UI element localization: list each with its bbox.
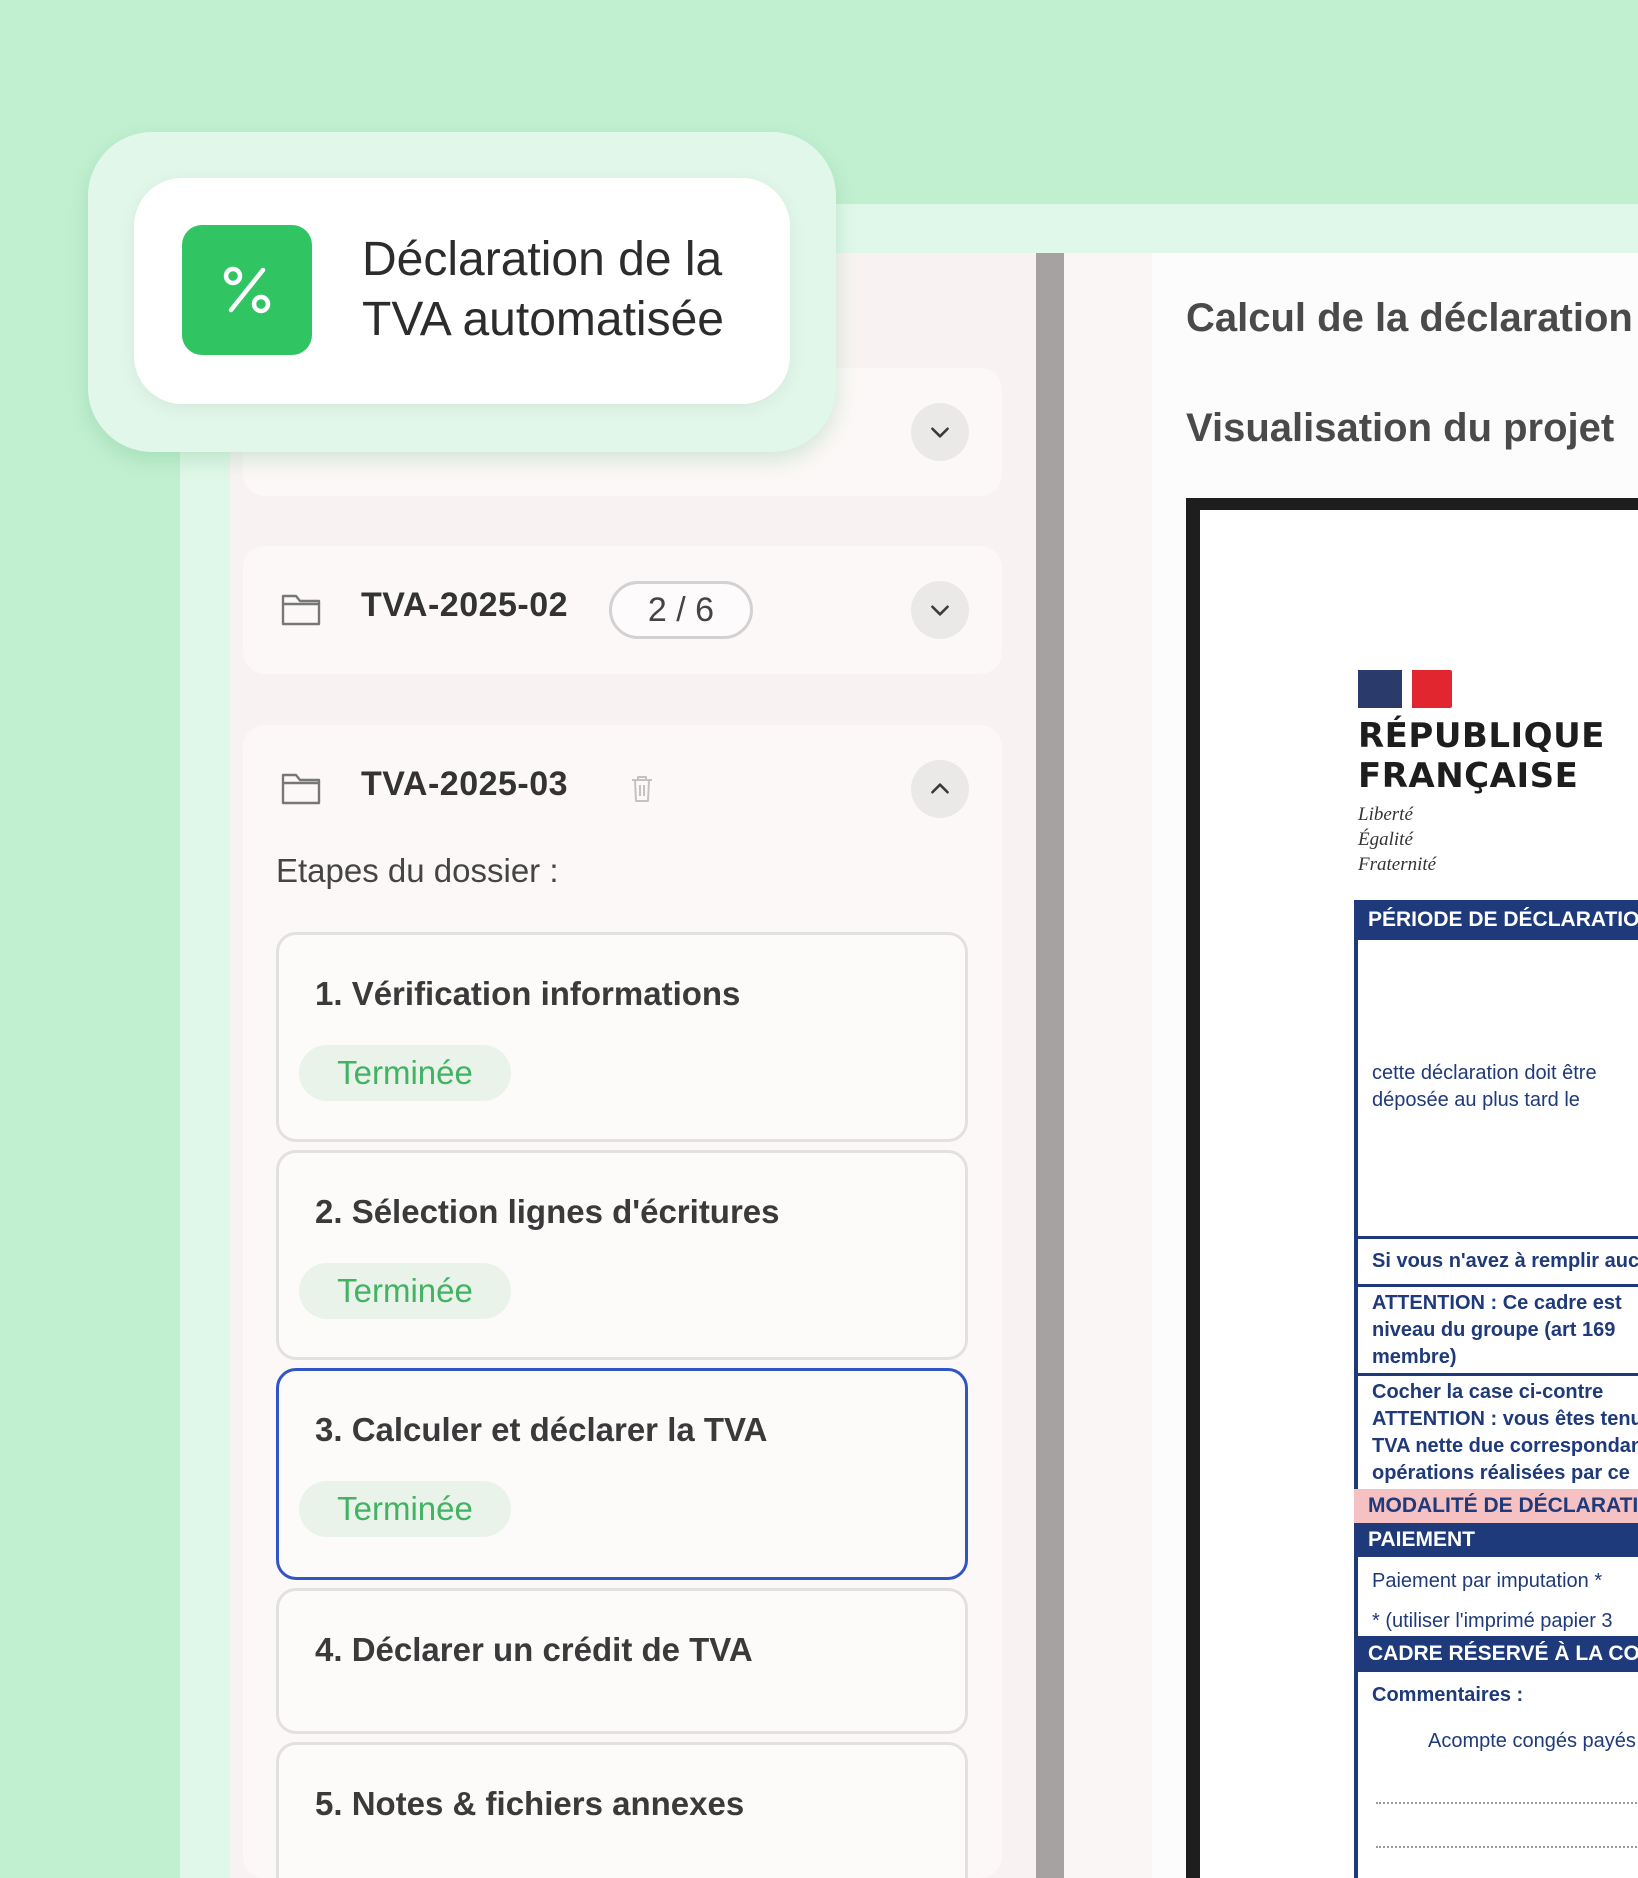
collapse-button[interactable] [911,760,969,818]
step-count-badge: 2 / 6 [609,581,753,639]
dossier-card[interactable]: TVA-2025-02 2 / 6 [243,546,1002,674]
form-text: Commentaires : [1372,1684,1524,1706]
form-text: niveau du groupe (art 169 [1372,1319,1616,1341]
step-title: 4. Déclarer un crédit de TVA [315,1631,753,1668]
form-text: TVA nette due correspondant [1372,1435,1638,1457]
feature-title: Déclaration de la TVA automatisée [362,233,724,346]
panel-title: Calcul de la déclaration [1186,296,1633,340]
chevron-down-icon [931,605,949,616]
step-title: 1. Vérification informations [315,975,741,1012]
dossier-name: TVA-2025-02 [361,586,569,624]
divider-line [1354,1373,1638,1376]
form-text: ATTENTION : Ce cadre est [1372,1292,1622,1314]
form-text: membre) [1372,1346,1457,1368]
dotted-line [1376,1846,1638,1848]
step-card-active[interactable]: 3. Calculer et déclarer la TVA Terminée [276,1368,968,1580]
deadline-text: déposée au plus tard le [1372,1089,1580,1111]
status-badge: Terminée [299,1045,511,1101]
republic-name: RÉPUBLIQUE FRANÇAISE [1358,716,1605,796]
step-card[interactable]: 2. Sélection lignes d'écritures Terminée [276,1150,968,1360]
form-text: Paiement par imputation * [1372,1570,1603,1592]
dotted-line [1376,1802,1638,1804]
step-card[interactable]: 4. Déclarer un crédit de TVA [276,1588,968,1734]
motto: Liberté Égalité Fraternité [1358,804,1437,875]
section-band-cadre: CADRE RÉSERVÉ À LA CORRESPONDANCE [1354,1636,1638,1672]
step-title: 3. Calculer et déclarer la TVA [315,1411,768,1448]
divider-line [1354,1236,1638,1239]
status-badge: Terminée [299,1481,511,1537]
step-title: 5. Notes & fichiers annexes [315,1785,745,1822]
section-band-paiement: PAIEMENT [1354,1523,1638,1557]
form-text: * (utiliser l'imprimé papier 3 [1372,1610,1613,1632]
section-band-periode: PÉRIODE DE DÉCLARATION [1354,900,1638,940]
divider-line [1354,1284,1638,1287]
percent-icon [182,225,312,355]
form-text: opérations réalisées par ce [1372,1462,1630,1484]
form-border [1354,900,1358,1878]
folder-icon [281,771,321,805]
resize-divider[interactable] [1036,253,1064,1878]
section-band-modalite: MODALITÉ DE DÉCLARATION [1354,1489,1638,1523]
trash-icon[interactable] [625,771,659,805]
document-preview[interactable]: RÉPUBLIQUE FRANÇAISE Liberté Égalité Fra… [1200,510,1638,1878]
panel-subtitle: Visualisation du projet [1186,406,1615,450]
form-text: Acompte congés payés [1428,1730,1636,1752]
chevron-down-icon [931,427,949,438]
step-card[interactable]: 5. Notes & fichiers annexes [276,1742,968,1878]
form-text: ATTENTION : vous êtes tenu [1372,1408,1638,1430]
folder-icon [281,592,321,626]
chevron-up-icon [931,783,949,794]
expand-button[interactable] [911,403,969,461]
flag-icon [1358,670,1452,708]
status-badge: Terminée [299,1263,511,1319]
step-title: 2. Sélection lignes d'écritures [315,1193,780,1230]
deadline-text: cette déclaration doit être [1372,1062,1597,1084]
dossier-name: TVA-2025-03 [361,765,569,803]
republique-francaise-logo: RÉPUBLIQUE FRANÇAISE Liberté Égalité Fra… [1358,670,1605,877]
form-text: Cocher la case ci-contre [1372,1381,1604,1403]
form-text: Si vous n'avez à remplir aucune [1372,1250,1638,1272]
steps-label: Etapes du dossier : [276,852,559,889]
step-card[interactable]: 1. Vérification informations Terminée [276,932,968,1142]
expand-button[interactable] [911,581,969,639]
